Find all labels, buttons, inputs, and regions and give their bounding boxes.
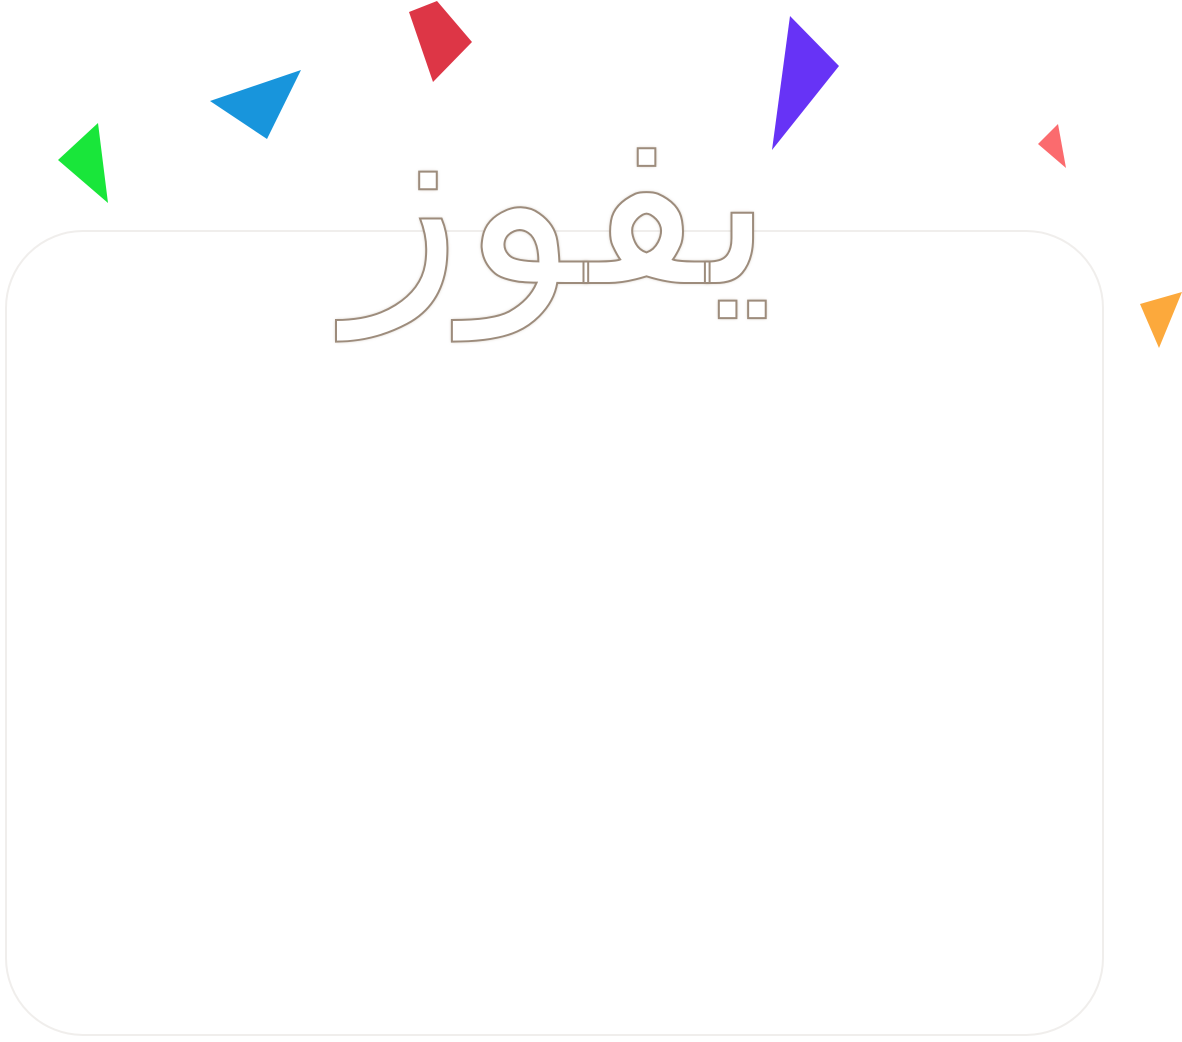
confetti-green <box>58 123 108 203</box>
confetti-orange <box>1140 292 1182 348</box>
confetti-coral <box>1038 124 1066 168</box>
win-title: يفوز <box>345 59 775 341</box>
